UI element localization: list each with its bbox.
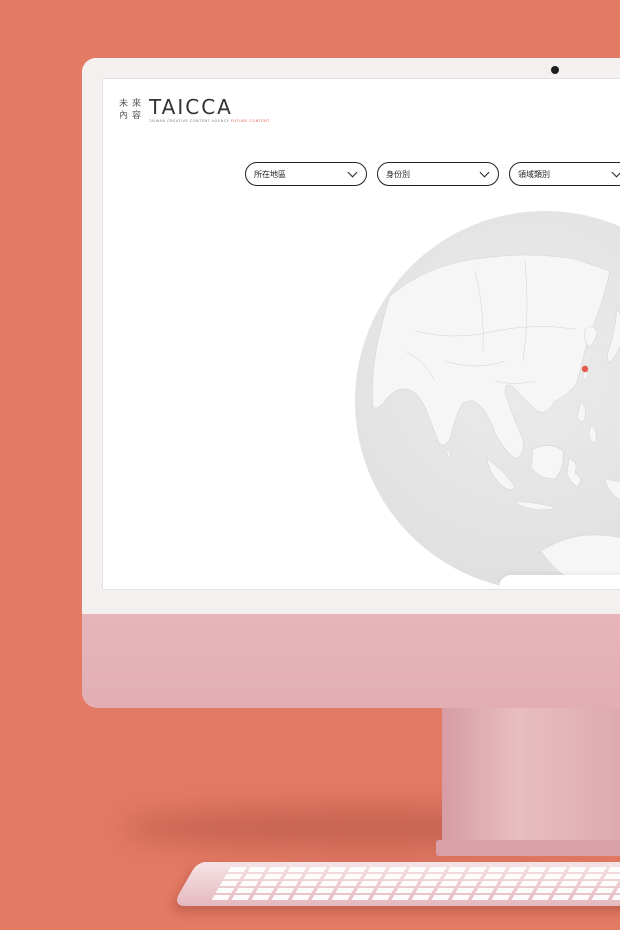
logo-brand: TAICCA TAIWAN CREATIVE CONTENT AGENCY FU… <box>149 97 270 123</box>
chevron-down-icon <box>479 167 490 178</box>
taicca-logo[interactable]: 未 來 內 容 TAICCA TAIWAN CREATIVE CONTENT A… <box>119 97 270 123</box>
logo-char: 未 <box>119 99 129 109</box>
globe-svg <box>355 211 620 589</box>
filter-identity-label: 身份別 <box>386 169 410 179</box>
chevron-down-icon <box>611 167 620 178</box>
logo-tagline: TAIWAN CREATIVE CONTENT AGENCY FUTURE CO… <box>149 119 270 123</box>
monitor-chin <box>82 614 620 708</box>
filter-bar: 所在地區 身份別 領域類別 <box>245 162 620 186</box>
filter-field-select[interactable]: 領域類別 <box>509 162 620 186</box>
camera-icon <box>551 66 559 74</box>
keyboard <box>172 862 620 906</box>
info-card[interactable] <box>499 575 620 589</box>
imac-monitor: 未 來 內 容 TAICCA TAIWAN CREATIVE CONTENT A… <box>82 58 620 708</box>
imac-stand <box>442 706 620 850</box>
screen: 未 來 內 容 TAICCA TAIWAN CREATIVE CONTENT A… <box>102 78 620 590</box>
logo-char: 來 <box>132 99 142 109</box>
logo-char: 內 <box>119 111 129 121</box>
filter-region-label: 所在地區 <box>254 169 286 179</box>
world-globe-map[interactable] <box>355 211 620 589</box>
logo-cjk-mark: 未 來 內 容 <box>119 99 142 121</box>
imac-stand-foot <box>436 840 620 856</box>
chevron-down-icon <box>347 167 358 178</box>
filter-identity-select[interactable]: 身份別 <box>377 162 499 186</box>
logo-tagline-accent: FUTURE CONTENT <box>230 119 270 123</box>
filter-field-label: 領域類別 <box>518 169 550 179</box>
logo-char: 容 <box>132 111 142 121</box>
logo-wordmark: TAICCA <box>149 95 233 119</box>
filter-region-select[interactable]: 所在地區 <box>245 162 367 186</box>
logo-tagline-main: TAIWAN CREATIVE CONTENT AGENCY <box>149 119 230 123</box>
taiwan-location-marker[interactable] <box>581 365 589 373</box>
keyboard-keys <box>211 867 620 900</box>
